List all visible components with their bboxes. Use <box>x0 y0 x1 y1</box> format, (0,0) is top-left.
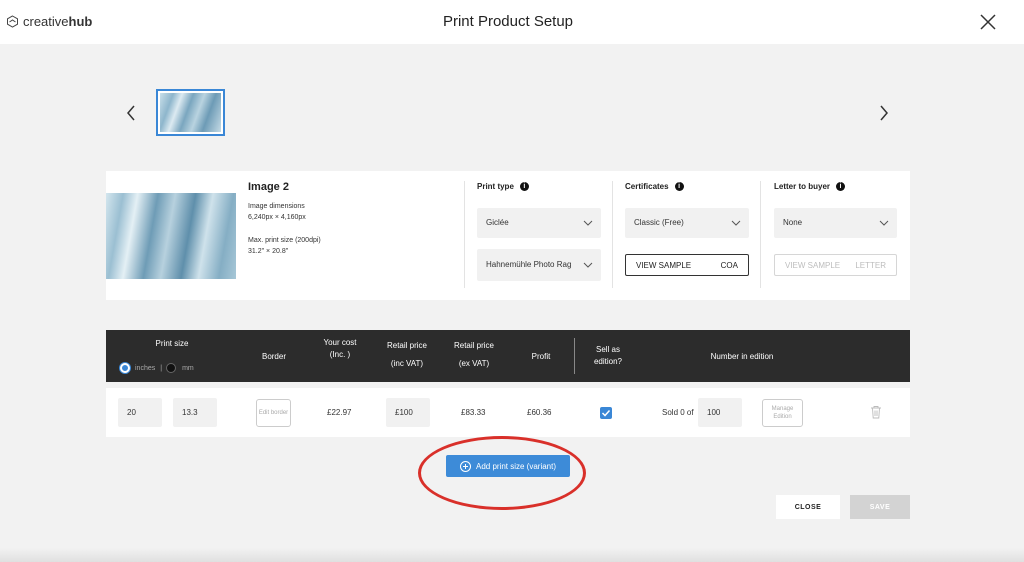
column-divider <box>612 181 613 288</box>
sample-type-label: LETTER <box>855 261 886 270</box>
header-retail-inc: Retail price <box>382 340 432 352</box>
chevron-down-icon <box>731 219 741 227</box>
column-divider <box>760 181 761 288</box>
certificates-heading: Certificates i <box>625 182 684 191</box>
header-retail-ex-sub: (ex VAT) <box>449 358 499 370</box>
close-button[interactable]: CLOSE <box>776 495 840 519</box>
header-your-cost: Your cost (Inc. ) <box>318 337 362 361</box>
certificates-label: Certificates <box>625 182 669 191</box>
print-type-label: Print type <box>477 182 514 191</box>
unit-separator: | <box>160 365 162 372</box>
image-dimensions-value: 6,240px × 4,160px <box>248 213 306 223</box>
header-sell-as-edition: Sell as edition? <box>588 344 628 368</box>
checkmark-icon <box>600 407 612 419</box>
letter-select[interactable]: None <box>774 208 897 238</box>
image-preview <box>106 193 236 279</box>
annotation-highlight-ellipse <box>418 436 586 510</box>
certificate-value: Classic (Free) <box>634 218 684 228</box>
header-retail-ex: Retail price <box>449 340 499 352</box>
image-title: Image 2 <box>248 181 289 193</box>
header-divider <box>574 338 575 374</box>
inches-radio[interactable] <box>120 363 130 373</box>
certificate-select[interactable]: Classic (Free) <box>625 208 749 238</box>
letter-label: Letter to buyer <box>774 182 830 191</box>
sell-as-edition-checkbox[interactable] <box>600 407 612 419</box>
letter-heading: Letter to buyer i <box>774 182 845 191</box>
paper-type-select[interactable]: Hahnemühle Photo Rag <box>477 249 601 281</box>
info-icon[interactable]: i <box>520 182 529 191</box>
trash-icon[interactable] <box>870 405 882 419</box>
column-divider <box>464 181 465 288</box>
max-print-size-label: Max. print size (200dpi) <box>248 236 321 246</box>
retail-ex-value: £83.33 <box>461 408 485 417</box>
close-icon[interactable] <box>978 12 998 32</box>
chevron-down-icon <box>583 219 593 227</box>
profit-value: £60.36 <box>527 408 551 417</box>
view-sample-letter-button[interactable]: VIEW SAMPLE LETTER <box>774 254 897 276</box>
previous-image-icon[interactable] <box>123 103 139 123</box>
table-row: 20 13.3 Edit border £22.97 £100 £83.33 £… <box>106 388 910 437</box>
header-retail-inc-sub: (inc VAT) <box>382 358 432 370</box>
image-dimensions-label: Image dimensions <box>248 202 305 212</box>
variants-table-header: Print size inches | mm Border Your cost … <box>106 330 910 382</box>
header-print-size: Print size <box>146 338 198 350</box>
unit-toggle: inches | mm <box>120 363 194 373</box>
info-icon[interactable]: i <box>675 182 684 191</box>
edit-border-button[interactable]: Edit border <box>256 399 291 427</box>
info-icon[interactable]: i <box>836 182 845 191</box>
print-height-input[interactable]: 13.3 <box>173 398 217 427</box>
bottom-shadow <box>0 548 1024 562</box>
retail-inc-input[interactable]: £100 <box>386 398 430 427</box>
your-cost-value: £22.97 <box>327 408 351 417</box>
manage-edition-button[interactable]: Manage Edition <box>762 399 803 427</box>
sold-count-text: Sold 0 of <box>662 408 694 417</box>
mm-label: mm <box>182 365 194 372</box>
view-sample-label: VIEW SAMPLE <box>785 261 840 270</box>
sample-type-label: COA <box>721 261 738 270</box>
page-title: Print Product Setup <box>0 13 1016 30</box>
image-info-card: Image 2 Image dimensions 6,240px × 4,160… <box>106 171 910 300</box>
inches-label: inches <box>135 365 155 372</box>
view-sample-coa-button[interactable]: VIEW SAMPLE COA <box>625 254 749 276</box>
print-width-input[interactable]: 20 <box>118 398 162 427</box>
header-border: Border <box>254 351 294 363</box>
chevron-down-icon <box>583 261 593 269</box>
view-sample-label: VIEW SAMPLE <box>636 261 691 270</box>
save-button[interactable]: SAVE <box>850 495 910 519</box>
header-profit: Profit <box>521 351 561 363</box>
image-thumbnail-selected[interactable] <box>156 89 225 136</box>
mm-radio[interactable] <box>166 363 176 373</box>
print-type-value: Giclée <box>486 218 509 228</box>
top-bar: creativehub Print Product Setup <box>0 0 1024 44</box>
print-type-select[interactable]: Giclée <box>477 208 601 238</box>
thumbnail-photo <box>160 93 221 132</box>
paper-type-value: Hahnemühle Photo Rag <box>486 260 571 270</box>
edition-size-input[interactable]: 100 <box>698 398 742 427</box>
print-type-heading: Print type i <box>477 182 529 191</box>
max-print-size-value: 31.2" × 20.8" <box>248 247 288 257</box>
chevron-down-icon <box>879 219 889 227</box>
header-number-in-edition: Number in edition <box>692 351 792 363</box>
letter-value: None <box>783 218 802 228</box>
next-image-icon[interactable] <box>876 103 892 123</box>
